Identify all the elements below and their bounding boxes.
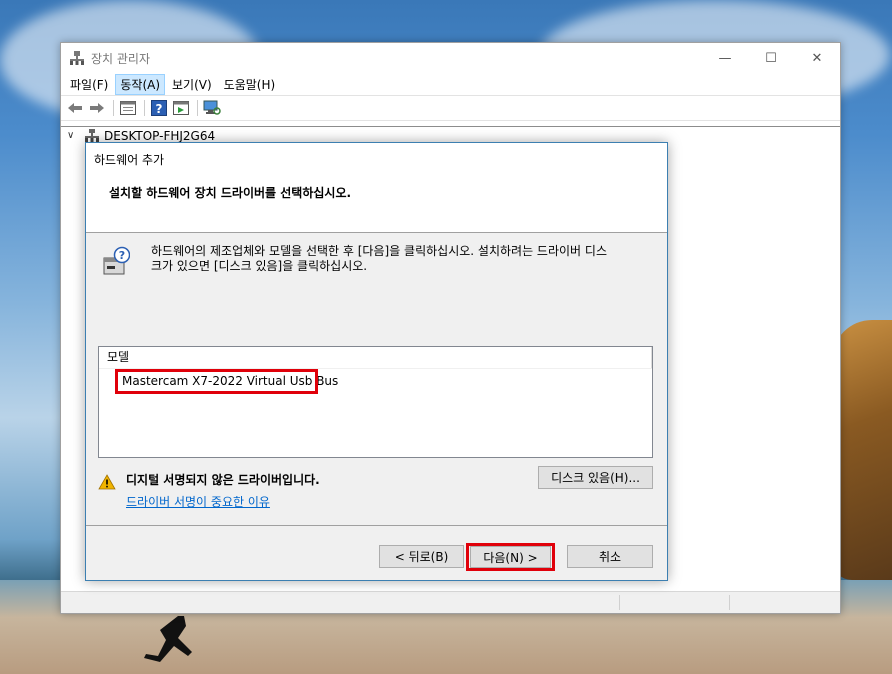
toolbar: ? xyxy=(61,95,840,121)
have-disk-button[interactable]: 디스크 있음(H)... xyxy=(538,466,653,489)
instruction-line-1: 하드웨어의 제조업체와 모델을 선택한 후 [다음]을 클릭하십시오. 설치하려… xyxy=(151,244,607,258)
close-button[interactable]: ✕ xyxy=(794,43,840,73)
hardware-question-icon: ? xyxy=(103,246,130,275)
computer-icon xyxy=(85,129,99,142)
svg-text:?: ? xyxy=(119,249,125,262)
toolbar-separator xyxy=(197,100,198,116)
wallpaper-rock xyxy=(832,320,892,580)
back-button[interactable]: < 뒤로(B) xyxy=(379,545,464,568)
dialog-header: 하드웨어 추가 설치할 하드웨어 장치 드라이버를 선택하십시오. xyxy=(86,143,667,233)
scan-hardware-icon[interactable] xyxy=(202,99,222,117)
runner-silhouette xyxy=(144,616,192,662)
status-bar xyxy=(61,591,840,613)
menu-help[interactable]: 도움말(H) xyxy=(219,74,281,95)
menu-view[interactable]: 보기(V) xyxy=(167,74,217,95)
update-driver-icon[interactable] xyxy=(171,99,191,117)
menu-action[interactable]: 동작(A) xyxy=(115,73,166,95)
dialog-heading: 설치할 하드웨어 장치 드라이버를 선택하십시오. xyxy=(109,186,352,200)
back-arrow-icon[interactable] xyxy=(65,99,85,117)
forward-arrow-icon[interactable] xyxy=(87,99,107,117)
add-hardware-dialog: 하드웨어 추가 설치할 하드웨어 장치 드라이버를 선택하십시오. ? 하드웨어… xyxy=(85,142,668,581)
title-bar[interactable]: 장치 관리자 — ☐ ✕ xyxy=(61,43,840,73)
svg-text:?: ? xyxy=(156,102,163,116)
status-divider xyxy=(619,595,620,610)
status-divider xyxy=(729,595,730,610)
highlight-box-next xyxy=(466,543,555,571)
device-manager-icon xyxy=(70,51,84,65)
highlight-box-model xyxy=(115,369,318,394)
help-icon[interactable]: ? xyxy=(149,99,169,117)
header-divider xyxy=(651,347,652,368)
menu-bar: 파일(F) 동작(A) 보기(V) 도움말(H) xyxy=(61,73,840,95)
instruction-text: 하드웨어의 제조업체와 모델을 선택한 후 [다음]을 클릭하십시오. 설치하려… xyxy=(151,244,646,274)
menu-file[interactable]: 파일(F) xyxy=(65,74,113,95)
maximize-button[interactable]: ☐ xyxy=(748,43,794,73)
properties-icon[interactable] xyxy=(118,99,138,117)
model-column-header[interactable]: 모델 xyxy=(99,347,652,369)
warning-icon xyxy=(98,474,116,490)
unsigned-driver-warning: 디지털 서명되지 않은 드라이버입니다. xyxy=(126,473,320,487)
chevron-down-icon[interactable]: ∨ xyxy=(67,130,79,141)
toolbar-separator xyxy=(113,100,114,116)
window-title: 장치 관리자 xyxy=(91,51,151,66)
driver-signing-link[interactable]: 드라이버 서명이 중요한 이유 xyxy=(126,493,270,510)
tree-root-label: DESKTOP-FHJ2G64 xyxy=(104,128,216,143)
toolbar-separator xyxy=(144,100,145,116)
dialog-title: 하드웨어 추가 xyxy=(94,153,165,167)
model-list[interactable]: 모델 Mastercam X7-2022 Virtual Usb Bus xyxy=(98,346,653,458)
instruction-line-2: 크가 있으면 [디스크 있음]을 클릭하십시오. xyxy=(151,259,368,273)
cancel-button[interactable]: 취소 xyxy=(567,545,653,568)
dialog-separator xyxy=(86,525,667,526)
minimize-button[interactable]: — xyxy=(702,43,748,73)
